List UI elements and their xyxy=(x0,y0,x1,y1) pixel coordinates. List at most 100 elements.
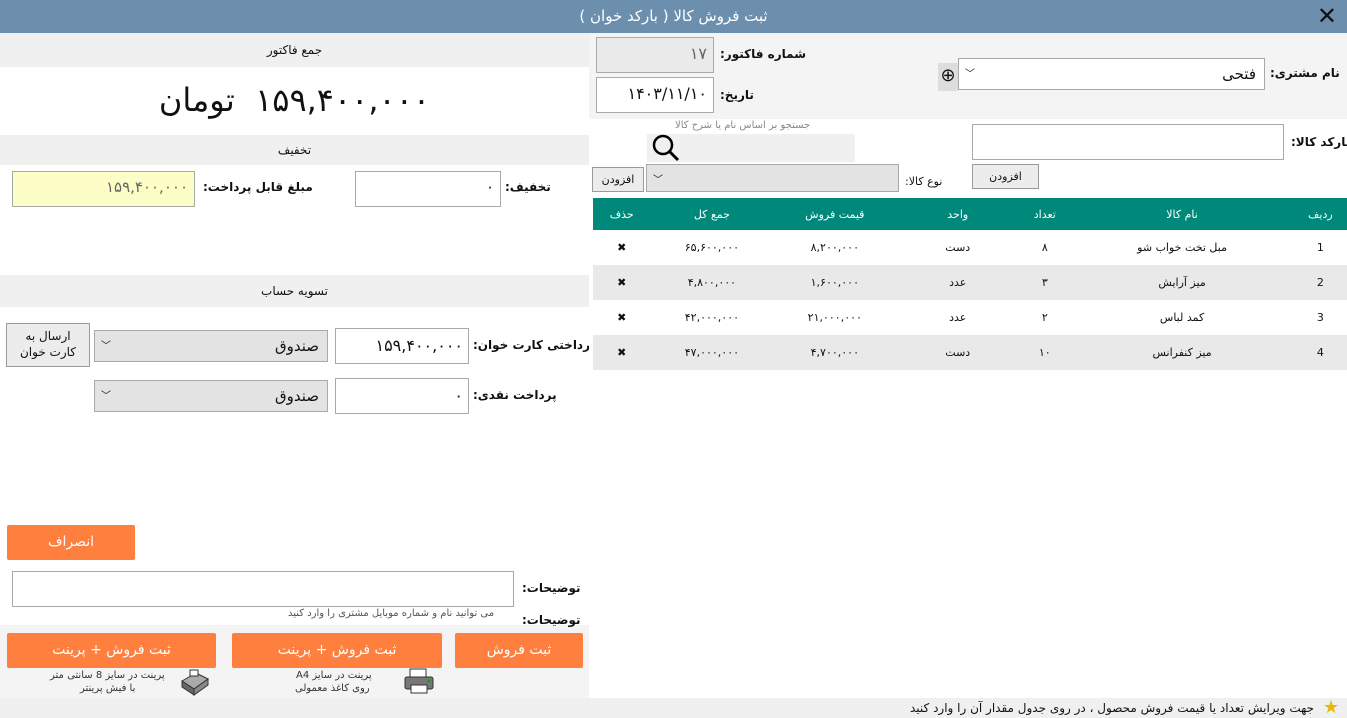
send-to-card-reader-button[interactable]: ارسال به کارت خوان xyxy=(6,323,90,367)
8cm-caption-line1: پرینت در سایز 8 سانتی متر xyxy=(50,670,165,681)
notes-label: توضیحات: xyxy=(522,613,581,627)
discount-header: تخفیف xyxy=(0,135,589,165)
discount-label: تخفیف: xyxy=(505,180,551,194)
close-icon[interactable]: ✕ xyxy=(1317,3,1337,29)
barcode-input[interactable] xyxy=(972,124,1284,160)
product-type-select[interactable]: ﹀ xyxy=(646,164,899,192)
item-total: ۶۵,۶۰۰,۰۰۰ xyxy=(684,241,740,254)
a4-caption-line2: روی کاغذ معمولی xyxy=(295,683,370,694)
chevron-down-icon: ﹀ xyxy=(101,391,111,402)
notes-input[interactable] xyxy=(12,571,514,607)
star-icon: ★ xyxy=(1323,697,1340,718)
item-unit: عدد xyxy=(949,311,967,324)
customer-select[interactable]: فتحی ﹀ xyxy=(958,58,1265,90)
col-total-header: جمع کل xyxy=(650,198,774,230)
item-unit: دست xyxy=(896,335,1020,370)
table-row[interactable]: 4 میز کنفرانس ۱۰ دست ۴,۷۰۰,۰۰۰ ۴۷,۰۰۰,۰۰… xyxy=(593,335,1347,370)
invoice-total-box: ۱۵۹,۴۰۰,۰۰۰ تومان xyxy=(0,67,589,135)
window-title: ثبت فروش کالا ( بارکد خوان ) xyxy=(579,7,768,25)
item-price[interactable]: ۱,۶۰۰,۰۰۰ xyxy=(773,265,897,300)
card-payment-input[interactable]: ۱۵۹,۴۰۰,۰۰۰ xyxy=(335,328,469,364)
save-print-a4-button[interactable]: ثبت فروش + پرینت xyxy=(232,633,442,668)
delete-row-icon[interactable]: ✖ xyxy=(593,335,651,370)
status-hint: جهت ویرایش تعداد یا قیمت فروش محصول ، در… xyxy=(910,701,1315,715)
row-number: 4 xyxy=(1293,335,1347,370)
save-sale-button[interactable]: ثبت فروش xyxy=(455,633,583,668)
settlement-header: تسویه حساب xyxy=(0,275,589,307)
table-row[interactable]: 1 مبل تخت خواب شو ۸ دست ۸,۲۰۰,۰۰۰ ۶۵,۶۰۰… xyxy=(593,230,1347,265)
search-icon[interactable] xyxy=(651,133,681,163)
a4-caption-line1: پرینت در سایز A4 xyxy=(296,670,372,681)
date-label: تاریخ: xyxy=(720,88,754,102)
delete-row-icon[interactable]: ✖ xyxy=(593,300,650,335)
a4-printer-icon xyxy=(402,667,436,697)
barcode-label: بارکد کالا: xyxy=(1291,135,1347,149)
invoice-total-header: جمع فاکتور xyxy=(0,33,589,67)
item-price[interactable]: ۸,۲۰۰,۰۰۰ xyxy=(773,230,896,265)
chevron-down-icon: ﹀ xyxy=(653,175,663,186)
col-unit-header: واحد xyxy=(896,198,1020,230)
date-input[interactable]: ۱۴۰۳/۱۱/۱۰ xyxy=(596,77,714,113)
card-account-value: صندوق xyxy=(274,337,319,355)
left-panel: جمع فاکتور ۱۵۹,۴۰۰,۰۰۰ تومان تخفیف تخفیف… xyxy=(0,33,595,698)
item-qty[interactable]: ۲ xyxy=(1019,300,1070,335)
delete-row-icon[interactable]: ✖ xyxy=(593,230,650,265)
add-product-type-button[interactable]: افزودن xyxy=(592,167,644,192)
row-number: 2 xyxy=(1293,265,1347,300)
item-name: میز کنفرانس xyxy=(1070,335,1294,370)
row-number: 3 xyxy=(1316,311,1324,324)
item-name: مبل تخت خواب شو xyxy=(1137,241,1227,254)
customer-name-label: نام مشتری: xyxy=(1270,66,1340,80)
delete-row-icon[interactable]: ✖ xyxy=(593,265,651,300)
payable-amount-field: ۱۵۹,۴۰۰,۰۰۰ xyxy=(12,171,195,207)
item-name: میز آرایش xyxy=(1070,265,1294,300)
invoice-number-label: شماره فاکتور: xyxy=(720,47,806,61)
item-total: ۴۷,۰۰۰,۰۰۰ xyxy=(650,335,774,370)
col-row-header: ردیف xyxy=(1293,198,1347,230)
right-panel: نام مشتری: فتحی ﹀ ⊕ شماره فاکتور: ۱۷ تار… xyxy=(589,33,1347,698)
item-qty[interactable]: ۸ xyxy=(1019,230,1070,265)
status-bar: ★ جهت ویرایش تعداد یا قیمت فروش محصول ، … xyxy=(0,697,1347,718)
notes-hint: می توانید نام و شماره موبایل مشتری را وا… xyxy=(288,608,495,619)
table-row[interactable]: 2 میز آرایش ۳ عدد ۱,۶۰۰,۰۰۰ ۴,۸۰۰,۰۰۰ ✖ xyxy=(593,265,1347,300)
cash-account-select[interactable]: صندوق ﹀ xyxy=(94,380,328,412)
cash-payment-input[interactable]: ۰ xyxy=(335,378,469,414)
item-total: ۴,۸۰۰,۰۰۰ xyxy=(650,265,774,300)
item-unit: عدد xyxy=(896,265,1020,300)
payable-label: مبلغ قابل پرداخت: xyxy=(203,180,313,194)
chevron-down-icon: ﹀ xyxy=(101,341,111,352)
cash-account-value: صندوق xyxy=(274,387,319,405)
search-hint: جستجو بر اساس نام یا شرح کالا xyxy=(675,120,811,131)
cash-payment-label: پرداخت نقدی: xyxy=(473,388,557,402)
product-type-label: نوع کالا: xyxy=(905,175,943,188)
add-barcode-button[interactable]: افزودن xyxy=(972,164,1039,189)
invoice-total-amount: ۱۵۹,۴۰۰,۰۰۰ تومان xyxy=(158,81,431,119)
invoice-items-table: ردیف نام کالا تعداد واحد قیمت فروش جمع ک… xyxy=(593,198,1347,370)
add-customer-icon[interactable]: ⊕ xyxy=(938,63,958,91)
invoice-number-field: ۱۷ xyxy=(596,37,714,73)
save-print-8cm-button[interactable]: ثبت فروش + پرینت xyxy=(7,633,216,668)
discount-section: تخفیف: ۰ مبلغ قابل پرداخت: ۱۵۹,۴۰۰,۰۰۰ xyxy=(0,165,589,275)
card-payment-label: پرداختی کارت خوان: xyxy=(473,338,596,352)
table-row[interactable]: 3 کمد لباس ۲ عدد ۲۱,۰۰۰,۰۰۰ ۴۲,۰۰۰,۰۰۰ ✖ xyxy=(593,300,1347,335)
8cm-caption-line2: با فیش پرینتر xyxy=(80,683,136,694)
item-total: ۴۲,۰۰۰,۰۰۰ xyxy=(684,311,740,324)
title-bar: ثبت فروش کالا ( بارکد خوان ) ✕ xyxy=(0,0,1347,33)
item-price[interactable]: ۲۱,۰۰۰,۰۰۰ xyxy=(773,300,896,335)
receipt-printer-icon xyxy=(178,667,212,697)
row-number: 1 xyxy=(1316,241,1324,254)
col-price-header: قیمت فروش xyxy=(773,198,897,230)
card-account-select[interactable]: صندوق ﹀ xyxy=(94,330,328,362)
item-name: کمد لباس xyxy=(1159,311,1205,324)
col-name-header: نام کالا xyxy=(1070,198,1294,230)
notes-label-text: توضیحات: xyxy=(522,581,581,595)
item-qty[interactable]: ۳ xyxy=(1019,265,1071,300)
customer-value: فتحی xyxy=(1222,65,1256,83)
chevron-down-icon: ﹀ xyxy=(965,69,975,80)
item-qty[interactable]: ۱۰ xyxy=(1019,335,1071,370)
cancel-button[interactable]: انصراف xyxy=(7,525,135,560)
discount-input[interactable]: ۰ xyxy=(355,171,501,207)
item-price[interactable]: ۴,۷۰۰,۰۰۰ xyxy=(773,335,897,370)
col-qty-header: تعداد xyxy=(1019,198,1071,230)
item-unit: دست xyxy=(945,241,971,254)
